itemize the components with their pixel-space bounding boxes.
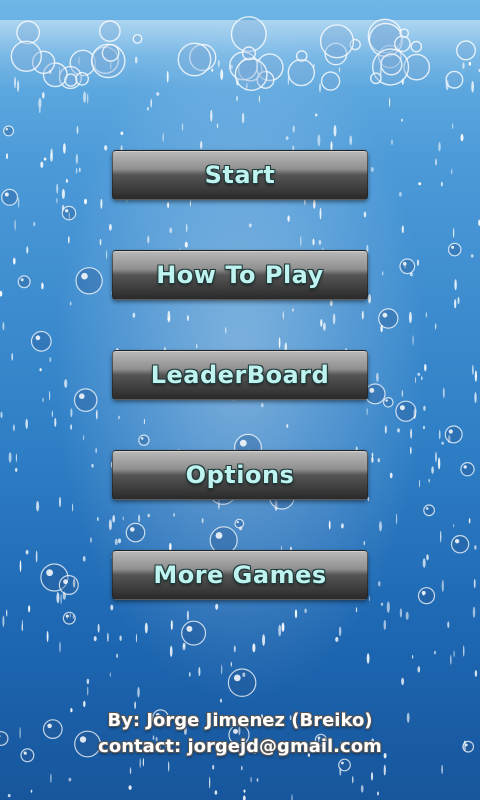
leaderboard-button-label: LeaderBoard	[150, 361, 330, 389]
contact-credit: contact: jorgejd@gmail.com	[98, 736, 382, 757]
how-to-play-button-label: How To Play	[156, 261, 324, 289]
how-to-play-button[interactable]: How To Play	[112, 250, 368, 300]
options-button-label: Options	[185, 461, 295, 489]
bubbles-decoration	[0, 16, 480, 800]
start-button-label: Start	[204, 161, 276, 189]
start-button[interactable]: Start	[112, 150, 368, 200]
more-games-button[interactable]: More Games	[112, 550, 368, 600]
options-button[interactable]: Options	[112, 450, 368, 500]
leaderboard-button[interactable]: LeaderBoard	[112, 350, 368, 400]
more-games-button-label: More Games	[153, 561, 327, 589]
author-credit: By: Jorge Jimenez (Breiko)	[107, 710, 373, 731]
